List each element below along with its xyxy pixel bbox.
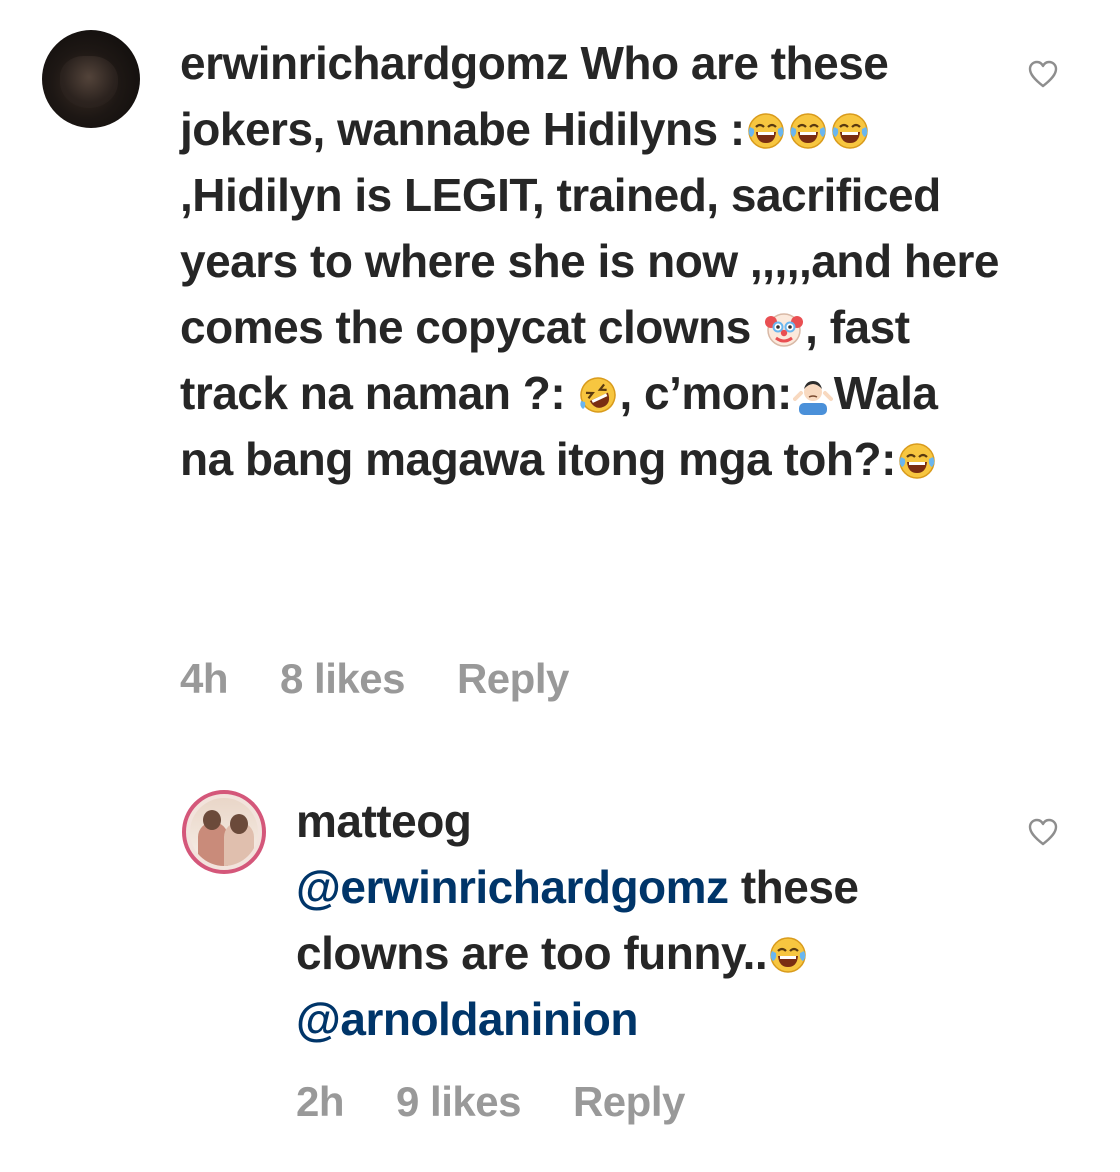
- tears-of-joy-emoji-icon: [830, 111, 870, 151]
- avatar-image: [60, 56, 118, 108]
- rofl-emoji-icon: [578, 375, 618, 415]
- reply-button[interactable]: Reply: [573, 1078, 685, 1125]
- avatar-head: [203, 810, 221, 830]
- mention-link[interactable]: @erwinrichardgomz: [296, 861, 729, 913]
- avatar-head: [230, 814, 248, 834]
- comment-meta: 4h 8 likes Reply: [180, 655, 621, 703]
- clown-emoji-icon: [764, 309, 804, 349]
- comment-username[interactable]: matteog: [296, 795, 472, 847]
- person-shrugging-emoji-icon: [792, 375, 833, 415]
- avatar-image: [190, 798, 258, 866]
- comment-text: erwinrichardgomz Who are these jokers, w…: [180, 30, 1000, 492]
- reply-button[interactable]: Reply: [457, 655, 569, 702]
- comment-body-part: , c’mon:: [619, 367, 792, 419]
- heart-outline-icon[interactable]: [1028, 818, 1058, 846]
- comment-meta: 2h 9 likes Reply: [296, 1078, 737, 1126]
- comment-likes[interactable]: 8 likes: [280, 655, 405, 702]
- heart-outline-icon[interactable]: [1028, 60, 1058, 88]
- comment-username[interactable]: erwinrichardgomz: [180, 37, 569, 89]
- avatar[interactable]: [42, 30, 140, 128]
- comment-erwinrichardgomz: erwinrichardgomz Who are these jokers, w…: [0, 0, 1120, 740]
- tears-of-joy-emoji-icon: [746, 111, 786, 151]
- avatar[interactable]: [182, 790, 266, 874]
- comment-time[interactable]: 2h: [296, 1078, 345, 1125]
- comment-text: matteog @erwinrichardgomz these clowns a…: [296, 788, 996, 1052]
- comment-likes[interactable]: 9 likes: [396, 1078, 521, 1125]
- tears-of-joy-emoji-icon: [768, 935, 808, 975]
- tears-of-joy-emoji-icon: [897, 441, 937, 481]
- comment-time[interactable]: 4h: [180, 655, 229, 702]
- tears-of-joy-emoji-icon: [788, 111, 828, 151]
- mention-link[interactable]: @arnoldaninion: [296, 993, 638, 1045]
